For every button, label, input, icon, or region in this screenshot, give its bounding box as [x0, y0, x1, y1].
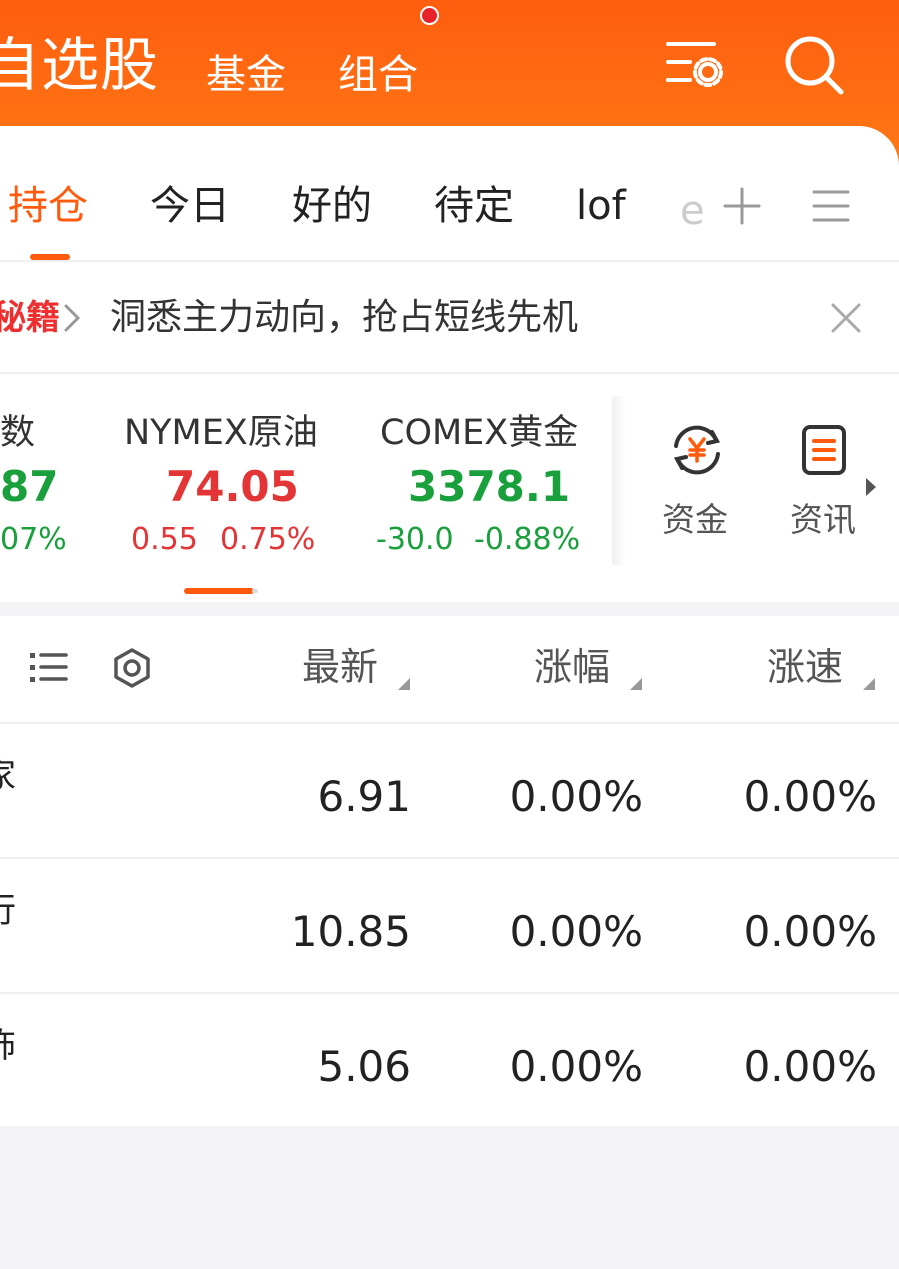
quote-change-abs: -30.0: [376, 522, 454, 557]
table-row[interactable]: 饰 5.06 0.00% 0.00%: [0, 994, 899, 1129]
list-view-icon[interactable]: [30, 650, 68, 686]
quote-name-comex-gold[interactable]: COMEX黄金: [380, 410, 578, 456]
column-header-latest[interactable]: 最新: [302, 642, 378, 692]
tab-holdings[interactable]: 持仓: [8, 180, 88, 232]
stock-name: 家: [0, 754, 16, 798]
shortcut-label-news[interactable]: 资讯: [790, 498, 856, 542]
promo-tag: 秘籍: [0, 298, 60, 338]
latest-price: 6.91: [317, 772, 411, 821]
promo-text[interactable]: 洞悉主力动向，抢占短线先机: [110, 294, 578, 342]
search-icon[interactable]: [783, 34, 845, 96]
divider: [0, 260, 899, 262]
tab-good[interactable]: 好的: [292, 180, 372, 232]
add-group-icon[interactable]: [722, 186, 762, 226]
quote-active-indicator: [184, 588, 254, 594]
divider: [0, 372, 899, 374]
document-icon[interactable]: [800, 424, 848, 476]
tab-lof[interactable]: lof: [576, 180, 626, 232]
quote-price-comex-gold[interactable]: 3378.1: [408, 460, 570, 514]
change-pct: 0.00%: [509, 772, 643, 821]
quote-name-nymex-crude[interactable]: NYMEX原油: [124, 410, 318, 456]
list-settings-icon[interactable]: [664, 38, 724, 90]
change-speed: 0.00%: [743, 1042, 877, 1091]
tab-pending[interactable]: 待定: [434, 180, 514, 232]
sort-icon: [630, 678, 642, 690]
section-gap: [0, 602, 899, 616]
quote-change: 07%: [0, 522, 67, 557]
chevron-right-icon: [64, 304, 81, 332]
change-speed: 0.00%: [743, 907, 877, 956]
tab-overflow[interactable]: e: [680, 185, 705, 237]
nav-tab-portfolio[interactable]: 组合: [338, 50, 418, 100]
column-header-speed[interactable]: 涨速: [767, 642, 843, 692]
change-pct: 0.00%: [509, 1042, 643, 1091]
quotes-separator: [612, 396, 626, 566]
shortcut-label-capital[interactable]: 资金: [662, 498, 728, 542]
quote-price[interactable]: 87: [0, 460, 58, 514]
table-row[interactable]: 家 6.91 0.00% 0.00%: [0, 724, 899, 859]
tab-today[interactable]: 今日: [150, 180, 230, 232]
nav-title-watchlist[interactable]: 自选股: [0, 30, 159, 100]
change-pct: 0.00%: [509, 907, 643, 956]
quote-change-pct: 0.75%: [220, 522, 316, 557]
quote-change-abs: 0.55: [131, 522, 198, 557]
quote-price-nymex-crude[interactable]: 74.05: [166, 460, 299, 514]
latest-price: 10.85: [290, 907, 411, 956]
hexagon-settings-icon[interactable]: [112, 648, 152, 688]
quote-indicator-tail: [252, 589, 258, 593]
sort-icon: [398, 678, 410, 690]
nav-tab-funds[interactable]: 基金: [206, 50, 286, 100]
sort-icon: [863, 678, 875, 690]
notification-dot: [420, 6, 439, 25]
stock-name: 饰: [0, 1024, 16, 1068]
quote-name[interactable]: 数: [0, 410, 35, 456]
scroll-right-arrow-icon[interactable]: [864, 476, 878, 498]
change-speed: 0.00%: [743, 772, 877, 821]
table-row[interactable]: 行 10.85 0.00% 0.00%: [0, 859, 899, 994]
quote-change-pct: -0.88%: [474, 522, 581, 557]
column-header-change[interactable]: 涨幅: [534, 642, 610, 692]
latest-price: 5.06: [317, 1042, 411, 1091]
stock-name: 行: [0, 889, 16, 933]
close-icon[interactable]: [830, 302, 862, 334]
menu-icon[interactable]: [812, 188, 850, 224]
yuan-cycle-icon[interactable]: [668, 424, 726, 476]
